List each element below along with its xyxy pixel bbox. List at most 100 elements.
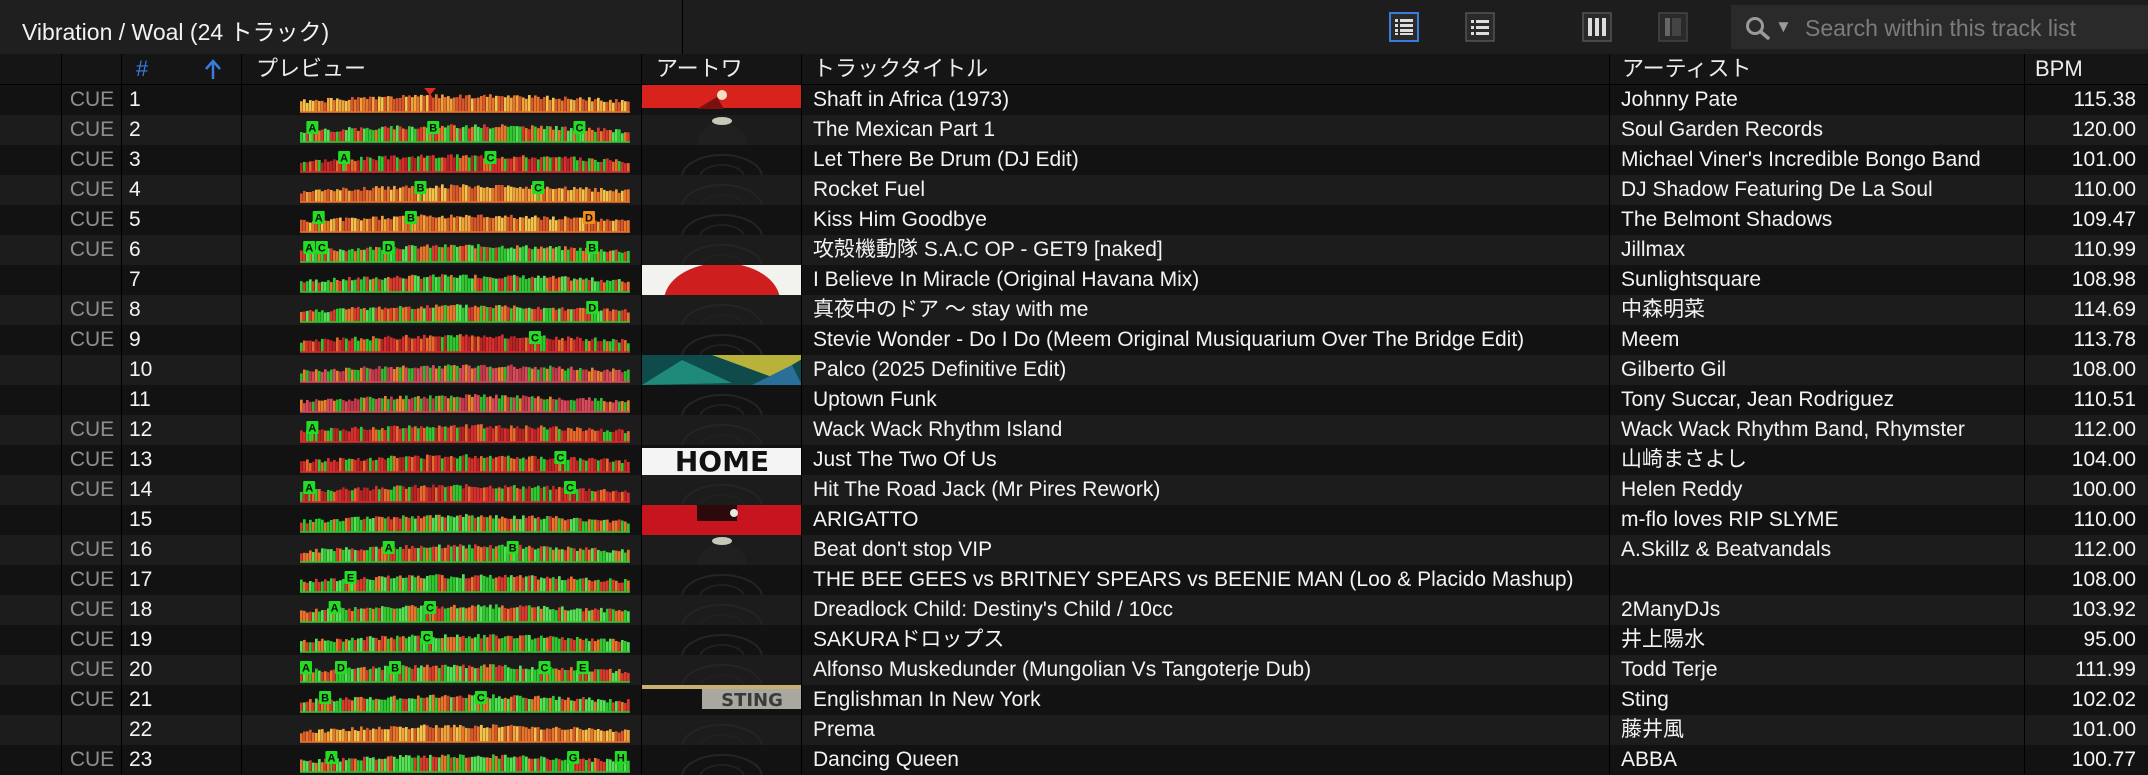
- track-title: Hit The Road Jack (Mr Pires Rework): [813, 478, 1161, 501]
- waveform-preview[interactable]: AC D B: [300, 236, 630, 264]
- table-row[interactable]: CUE 14 A C Hit The Road Jack (Mr Pires Rewor…: [0, 475, 2148, 505]
- table-row[interactable]: CUE 19 C SAKURAドロップス 井上陽水 95.00: [0, 625, 2148, 655]
- waveform-preview[interactable]: AC: [300, 146, 630, 174]
- waveform-preview[interactable]: AB: [300, 536, 630, 564]
- col-header-color[interactable]: [0, 54, 62, 84]
- table-row[interactable]: CUE 9 C Stevie Wonder - Do I Do (Meem Origi…: [0, 325, 2148, 355]
- preview-cell[interactable]: [242, 505, 642, 535]
- search-input[interactable]: [1803, 11, 2147, 45]
- preview-cell[interactable]: AGH: [242, 745, 642, 775]
- preview-cell[interactable]: [242, 355, 642, 385]
- view-split-panel-button[interactable]: [1658, 12, 1688, 42]
- row-color-tag: [0, 685, 62, 715]
- svg-text:A: A: [340, 153, 348, 165]
- table-row[interactable]: CUE 12 A Wack Wack Rhythm Island Wack Wack R…: [0, 415, 2148, 445]
- row-color-tag: [0, 385, 62, 415]
- waveform-preview[interactable]: D: [300, 296, 630, 324]
- col-header-preview[interactable]: プレビュー: [242, 54, 642, 84]
- preview-cell[interactable]: BC: [242, 175, 642, 205]
- preview-cell[interactable]: BC: [242, 685, 642, 715]
- table-row[interactable]: CUE 5 A B D Kiss Him Goodbye The Belmont Shado…: [0, 205, 2148, 235]
- table-row[interactable]: 10 Palco (2025 Definitive Edit) Gilberto G…: [0, 355, 2148, 385]
- table-row[interactable]: 22 Prema 藤井風 101.00: [0, 715, 2148, 745]
- preview-cell[interactable]: ABD: [242, 205, 642, 235]
- preview-cell[interactable]: C: [242, 625, 642, 655]
- preview-cell[interactable]: [242, 715, 642, 745]
- waveform-preview[interactable]: [300, 86, 630, 114]
- waveform-preview[interactable]: [300, 266, 630, 294]
- preview-cell[interactable]: C: [242, 325, 642, 355]
- preview-cell[interactable]: A: [242, 415, 642, 445]
- waveform-preview[interactable]: [300, 386, 630, 414]
- preview-cell[interactable]: [242, 385, 642, 415]
- waveform-preview[interactable]: A: [300, 416, 630, 444]
- waveform-preview[interactable]: C: [300, 326, 630, 354]
- search-options-chevron-icon[interactable]: ▼: [1775, 17, 1792, 37]
- table-row[interactable]: CUE 13 C HOME Just The Two Of Us 山崎まさよし 104.00: [0, 445, 2148, 475]
- search-box[interactable]: ▼: [1731, 5, 2148, 49]
- track-number: 16: [129, 538, 153, 561]
- track-bpm: 108.00: [2071, 568, 2136, 591]
- col-header-cue[interactable]: [62, 54, 122, 84]
- col-header-track-title[interactable]: トラックタイトル: [802, 54, 1610, 84]
- svg-text:C: C: [318, 243, 326, 255]
- track-bpm: 103.92: [2071, 598, 2136, 621]
- waveform-preview[interactable]: BC: [300, 176, 630, 204]
- preview-cell[interactable]: AC: [242, 145, 642, 175]
- table-row[interactable]: 15 ARIGATTO m-flo loves RIP SLYME 110.00: [0, 505, 2148, 535]
- waveform-preview[interactable]: BC: [300, 686, 630, 714]
- preview-cell[interactable]: AB: [242, 535, 642, 565]
- preview-cell[interactable]: C: [242, 445, 642, 475]
- table-row[interactable]: CUE 20 A D B C E Alfonso Muskedunder (Mungolian…: [0, 655, 2148, 685]
- track-artist: The Belmont Shadows: [1621, 208, 1833, 231]
- waveform-preview[interactable]: C: [300, 446, 630, 474]
- waveform-preview[interactable]: AGH: [300, 746, 630, 774]
- track-bpm: 101.00: [2071, 148, 2136, 171]
- view-list-simple-button[interactable]: [1465, 12, 1495, 42]
- search-icon[interactable]: [1745, 16, 1771, 40]
- table-row[interactable]: CUE 21 B C STING Englishman In New York Sting 1…: [0, 685, 2148, 715]
- table-row[interactable]: CUE 18 A C Dreadlock Child: Destiny's Child …: [0, 595, 2148, 625]
- table-row[interactable]: CUE 6 A C D B 攻殻機動隊 S.A.C OP - GET9 [naked] Jil…: [0, 235, 2148, 265]
- waveform-preview[interactable]: ADBCE: [300, 656, 630, 684]
- preview-cell[interactable]: E: [242, 565, 642, 595]
- table-row[interactable]: CUE 3 A C Let There Be Drum (DJ Edit) Michael…: [0, 145, 2148, 175]
- table-row[interactable]: 11 Uptown Funk Tony Succar, Jean Rodriguez…: [0, 385, 2148, 415]
- waveform-preview[interactable]: C: [300, 626, 630, 654]
- preview-cell[interactable]: AC: [242, 475, 642, 505]
- waveform-preview[interactable]: E: [300, 566, 630, 594]
- waveform-preview[interactable]: AC: [300, 476, 630, 504]
- svg-text:D: D: [337, 663, 345, 675]
- sort-ascending-arrow-icon[interactable]: [204, 58, 222, 80]
- table-row[interactable]: CUE 4 B C Rocket Fuel DJ Shadow Featuring De …: [0, 175, 2148, 205]
- waveform-preview[interactable]: ABD: [300, 206, 630, 234]
- preview-cell[interactable]: [242, 85, 642, 115]
- table-row[interactable]: CUE 23 A G H Dancing Queen ABBA 100.77: [0, 745, 2148, 775]
- table-row[interactable]: CUE 1 Shaft in Africa (1973) Johnny Pate 115…: [0, 85, 2148, 115]
- col-header-bpm[interactable]: BPM: [2025, 54, 2148, 84]
- preview-cell[interactable]: D: [242, 295, 642, 325]
- waveform-preview[interactable]: AC: [300, 596, 630, 624]
- track-title: The Mexican Part 1: [813, 118, 996, 141]
- view-list-detail-button[interactable]: [1389, 12, 1419, 42]
- view-column-browser-button[interactable]: [1582, 12, 1612, 42]
- preview-cell[interactable]: [242, 265, 642, 295]
- waveform-preview[interactable]: [300, 506, 630, 534]
- table-row[interactable]: CUE 2 A B C The Mexican Part 1 Soul Garden Rec…: [0, 115, 2148, 145]
- waveform-preview[interactable]: [300, 356, 630, 384]
- preview-cell[interactable]: A B C: [242, 115, 642, 145]
- col-header-number[interactable]: #: [122, 54, 242, 84]
- col-header-artwork[interactable]: アートワ: [642, 54, 802, 84]
- col-header-artist[interactable]: アーティスト: [1610, 54, 2025, 84]
- table-row[interactable]: CUE 17 E THE BEE GEES vs BRITNEY SPEARS vs …: [0, 565, 2148, 595]
- track-bpm: 113.78: [2073, 328, 2136, 351]
- preview-cell[interactable]: ADBCE: [242, 655, 642, 685]
- waveform-preview[interactable]: A B C: [300, 116, 630, 144]
- toolbar: Vibration / Woal (24 トラック) ▼ Search with…: [0, 0, 2148, 55]
- preview-cell[interactable]: AC D B: [242, 235, 642, 265]
- table-row[interactable]: CUE 8 D 真夜中のドア 〜 stay with me 中森明菜 114.69: [0, 295, 2148, 325]
- table-row[interactable]: CUE 16 A B Beat don't stop VIP A.Skillz & Bea…: [0, 535, 2148, 565]
- waveform-preview[interactable]: [300, 716, 630, 744]
- table-row[interactable]: 7 I Believe In Miracle (Original Havana M…: [0, 265, 2148, 295]
- preview-cell[interactable]: AC: [242, 595, 642, 625]
